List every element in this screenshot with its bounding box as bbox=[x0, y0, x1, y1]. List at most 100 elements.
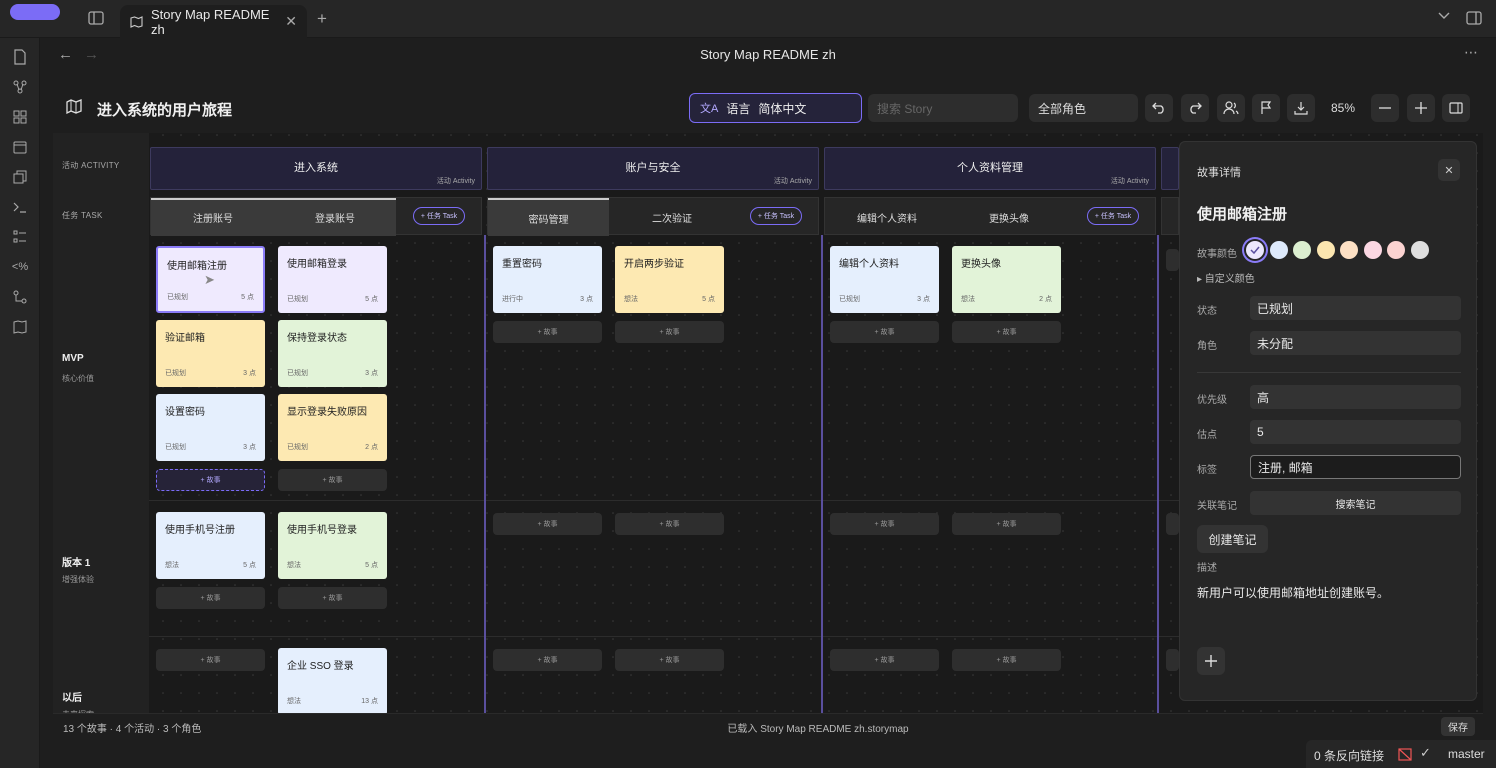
story-card[interactable]: 开启两步验证 想法 5 点 bbox=[615, 246, 724, 313]
add-story-button[interactable]: + 故事 bbox=[493, 321, 602, 343]
close-panel-button[interactable]: ✕ bbox=[1438, 159, 1460, 181]
tab-story-map[interactable]: Story Map README zh ✕ bbox=[120, 5, 307, 38]
add-story-button[interactable]: + 故事 bbox=[830, 321, 939, 343]
task-card[interactable]: 注册账号 bbox=[151, 198, 275, 236]
toggle-details-button[interactable] bbox=[1442, 94, 1470, 122]
calendar-icon[interactable] bbox=[10, 137, 30, 157]
git-branch[interactable]: master bbox=[1448, 747, 1485, 761]
add-story-button[interactable]: + 故事 bbox=[830, 513, 939, 535]
canvas-icon[interactable] bbox=[10, 107, 30, 127]
chevron-down-icon[interactable] bbox=[1438, 12, 1450, 20]
create-note-button[interactable]: 创建笔记 bbox=[1197, 525, 1268, 553]
file-icon[interactable] bbox=[10, 47, 30, 67]
story-card[interactable]: 验证邮箱 已规划 3 点 bbox=[156, 320, 265, 387]
release-button[interactable] bbox=[1252, 94, 1280, 122]
vault-switcher-button[interactable] bbox=[10, 4, 60, 20]
color-swatch[interactable] bbox=[1387, 241, 1405, 259]
story-card[interactable]: 使用邮箱登录 已规划 5 点 bbox=[278, 246, 387, 313]
add-story-button[interactable]: + 故事 bbox=[952, 321, 1061, 343]
priority-select[interactable]: 高 bbox=[1250, 385, 1461, 409]
points-input[interactable]: 5 bbox=[1250, 420, 1461, 444]
color-swatch[interactable] bbox=[1363, 241, 1382, 259]
add-story-button[interactable]: + 故事 bbox=[952, 513, 1061, 535]
color-swatch[interactable] bbox=[1293, 241, 1311, 259]
add-story-button[interactable]: + 故事 bbox=[952, 649, 1061, 671]
undo-button[interactable] bbox=[1145, 94, 1173, 122]
description-text[interactable]: 新用户可以使用邮箱地址创建账号。 bbox=[1197, 584, 1389, 601]
custom-color-toggle[interactable]: ▸ 自定义颜色 bbox=[1197, 270, 1255, 285]
backlinks-count[interactable]: 0 条反向链接 bbox=[1314, 747, 1384, 764]
add-story-button[interactable]: + 故事 bbox=[615, 321, 724, 343]
story-card[interactable]: 使用手机号注册 想法 5 点 bbox=[156, 512, 265, 579]
zoom-in-button[interactable] bbox=[1407, 94, 1435, 122]
add-story-button[interactable]: + 故事 bbox=[156, 649, 265, 671]
color-swatch[interactable] bbox=[1316, 241, 1335, 259]
add-story-button[interactable]: + 故事 bbox=[615, 649, 724, 671]
zoom-out-button[interactable] bbox=[1371, 94, 1399, 122]
role-select[interactable]: 未分配 bbox=[1250, 331, 1461, 355]
story-card[interactable]: 使用手机号登录 想法 5 点 bbox=[278, 512, 387, 579]
add-story-button[interactable]: + 故事 bbox=[156, 469, 265, 491]
task-card[interactable]: 更换头像 bbox=[947, 198, 1071, 236]
sync-error-icon[interactable] bbox=[1398, 748, 1412, 761]
story-card[interactable]: 显示登录失败原因 已规划 2 点 bbox=[278, 394, 387, 461]
add-story-button[interactable]: + 故事 bbox=[830, 649, 939, 671]
add-story-button[interactable] bbox=[1166, 249, 1179, 271]
color-swatch[interactable] bbox=[1269, 241, 1288, 259]
task-card[interactable]: 编辑个人资料 bbox=[825, 198, 949, 236]
panel-header: 故事详情 bbox=[1197, 167, 1241, 179]
activity-card[interactable] bbox=[1161, 147, 1179, 190]
add-task-button[interactable]: + 任务 Task bbox=[413, 207, 465, 225]
status-label: 状态 bbox=[1197, 306, 1217, 317]
more-options-icon[interactable]: ⋯ bbox=[1464, 44, 1478, 61]
story-card[interactable]: 编辑个人资料 已规划 3 点 bbox=[830, 246, 939, 313]
copy-icon[interactable] bbox=[10, 167, 30, 187]
search-notes-button[interactable]: 搜索笔记 bbox=[1250, 491, 1461, 515]
status-select[interactable]: 已规划 bbox=[1250, 296, 1461, 320]
export-button[interactable] bbox=[1287, 94, 1315, 122]
add-story-button[interactable]: + 故事 bbox=[278, 469, 387, 491]
add-story-button[interactable] bbox=[1166, 513, 1179, 535]
roles-button[interactable] bbox=[1217, 94, 1245, 122]
add-story-button[interactable]: + 故事 bbox=[278, 587, 387, 609]
task-card[interactable]: 二次验证 bbox=[610, 198, 734, 236]
tags-input[interactable]: 注册, 邮箱 bbox=[1250, 455, 1461, 479]
new-tab-icon[interactable]: + bbox=[317, 9, 327, 29]
activity-separator bbox=[1157, 235, 1159, 713]
add-story-button[interactable]: + 故事 bbox=[156, 587, 265, 609]
activity-card[interactable]: 进入系统 活动 Activity bbox=[150, 147, 482, 190]
sidebar-toggle-icon[interactable] bbox=[88, 11, 104, 25]
right-sidebar-toggle-icon[interactable] bbox=[1466, 11, 1482, 25]
story-card[interactable]: 设置密码 已规划 3 点 bbox=[156, 394, 265, 461]
task-card[interactable]: 密码管理 bbox=[488, 198, 609, 236]
book-icon[interactable] bbox=[10, 317, 30, 337]
color-swatch[interactable] bbox=[1340, 241, 1358, 259]
add-story-button[interactable]: + 故事 bbox=[493, 513, 602, 535]
role-filter-select[interactable]: 全部角色 bbox=[1029, 94, 1138, 122]
save-button[interactable]: 保存 bbox=[1441, 717, 1475, 736]
graph-icon[interactable] bbox=[10, 77, 30, 97]
language-select[interactable]: 文A 语言 简体中文 bbox=[689, 93, 862, 123]
activity-card[interactable]: 账户与安全 活动 Activity bbox=[487, 147, 819, 190]
add-task-button[interactable]: + 任务 Task bbox=[750, 207, 802, 225]
redo-button[interactable] bbox=[1181, 94, 1209, 122]
search-input[interactable]: 搜索 Story bbox=[868, 94, 1018, 122]
terminal-icon[interactable] bbox=[10, 197, 30, 217]
git-icon[interactable] bbox=[10, 287, 30, 307]
activity-card[interactable]: 个人资料管理 活动 Activity bbox=[824, 147, 1156, 190]
story-card[interactable]: 更换头像 想法 2 点 bbox=[952, 246, 1061, 313]
close-tab-icon[interactable]: ✕ bbox=[285, 13, 297, 30]
color-swatch[interactable] bbox=[1410, 241, 1429, 259]
story-card[interactable]: 企业 SSO 登录 想法 13 点 bbox=[278, 648, 387, 715]
task-card[interactable]: 登录账号 bbox=[273, 198, 397, 236]
add-story-button[interactable]: + 故事 bbox=[493, 649, 602, 671]
add-task-button[interactable]: + 任务 Task bbox=[1087, 207, 1139, 225]
percent-icon[interactable]: <% bbox=[10, 257, 30, 277]
story-card[interactable]: 重置密码 进行中 3 点 bbox=[493, 246, 602, 313]
add-story-button[interactable] bbox=[1166, 649, 1179, 671]
add-field-button[interactable] bbox=[1197, 647, 1225, 675]
story-card[interactable]: 保持登录状态 已规划 3 点 bbox=[278, 320, 387, 387]
add-story-button[interactable]: + 故事 bbox=[615, 513, 724, 535]
color-swatch[interactable] bbox=[1246, 241, 1264, 259]
list-icon[interactable] bbox=[10, 227, 30, 247]
